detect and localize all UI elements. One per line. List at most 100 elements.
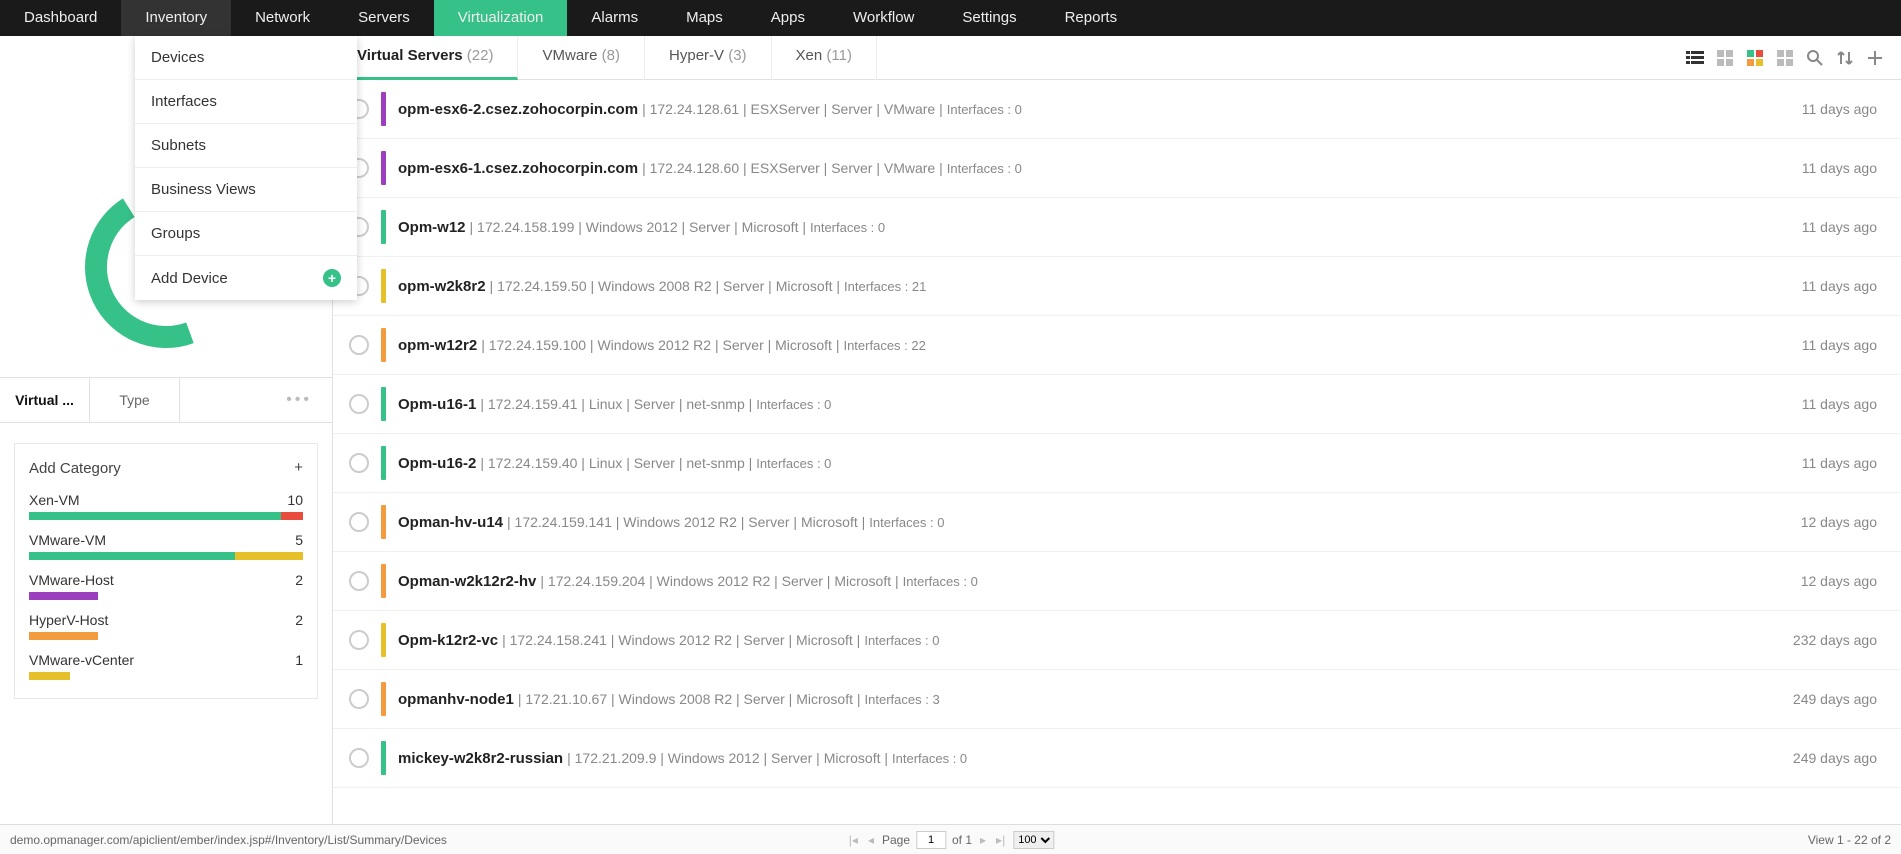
status-indicator <box>381 92 386 126</box>
server-interfaces: Interfaces : 0 <box>810 220 885 235</box>
category-row[interactable]: VMware-Host2 <box>29 572 303 600</box>
color-view-icon[interactable] <box>1745 48 1765 68</box>
left-more-icon[interactable]: ••• <box>180 391 332 409</box>
nav-dashboard[interactable]: Dashboard <box>0 0 121 36</box>
server-row[interactable]: mickey-w2k8r2-russian | 172.21.209.9 | W… <box>333 729 1901 788</box>
server-name: Opm-u16-2 <box>398 455 476 472</box>
nav-network[interactable]: Network <box>231 0 334 36</box>
server-row[interactable]: opm-w2k8r2 | 172.24.159.50 | Windows 200… <box>333 257 1901 316</box>
tab-virtual-servers[interactable]: Virtual Servers (22) <box>333 36 518 80</box>
right-panel: Virtual Servers (22)VMware (8)Hyper-V (3… <box>333 36 1901 824</box>
server-name: mickey-w2k8r2-russian <box>398 750 563 767</box>
status-indicator <box>381 328 386 362</box>
server-row[interactable]: Opm-k12r2-vc | 172.24.158.241 | Windows … <box>333 611 1901 670</box>
server-meta: | 172.24.128.60 | ESXServer | Server | V… <box>642 160 943 176</box>
footer: demo.opmanager.com/apiclient/ember/index… <box>0 824 1901 854</box>
row-checkbox[interactable] <box>349 335 369 355</box>
server-meta: | 172.24.158.241 | Windows 2012 R2 | Ser… <box>502 632 860 648</box>
page-of-label: of 1 <box>952 833 972 847</box>
category-name: HyperV-Host <box>29 612 108 628</box>
footer-url: demo.opmanager.com/apiclient/ember/index… <box>10 833 447 847</box>
server-name: Opm-w12 <box>398 219 466 236</box>
row-checkbox[interactable] <box>349 571 369 591</box>
category-row[interactable]: Xen-VM10 <box>29 492 303 520</box>
dropdown-devices[interactable]: Devices <box>135 36 357 80</box>
category-name: VMware-VM <box>29 532 106 548</box>
nav-settings[interactable]: Settings <box>938 0 1040 36</box>
pager-first-icon[interactable]: |◂ <box>847 833 860 847</box>
server-row[interactable]: Opm-u16-1 | 172.24.159.41 | Linux | Serv… <box>333 375 1901 434</box>
nav-reports[interactable]: Reports <box>1041 0 1142 36</box>
tab-hyper-v[interactable]: Hyper-V (3) <box>645 36 772 80</box>
server-row[interactable]: opm-esx6-2.csez.zohocorpin.com | 172.24.… <box>333 80 1901 139</box>
add-category-plus-icon[interactable]: + <box>294 458 303 478</box>
nav-virtualization[interactable]: Virtualization <box>434 0 568 36</box>
search-icon[interactable] <box>1805 48 1825 68</box>
pager-prev-icon[interactable]: ◂ <box>866 833 876 847</box>
add-icon[interactable] <box>1865 48 1885 68</box>
server-meta: | 172.24.159.40 | Linux | Server | net-s… <box>480 455 752 471</box>
nav-workflow[interactable]: Workflow <box>829 0 938 36</box>
server-interfaces: Interfaces : 0 <box>756 397 831 412</box>
server-name: Opm-u16-1 <box>398 396 476 413</box>
page-size-select[interactable]: 100 <box>1013 831 1054 849</box>
dropdown-business-views[interactable]: Business Views <box>135 168 357 212</box>
nav-inventory[interactable]: Inventory <box>121 0 231 36</box>
tab-vmware[interactable]: VMware (8) <box>518 36 645 80</box>
server-time: 12 days ago <box>1801 514 1885 530</box>
row-checkbox[interactable] <box>349 689 369 709</box>
pager-next-icon[interactable]: ▸ <box>978 833 988 847</box>
server-meta: | 172.24.128.61 | ESXServer | Server | V… <box>642 101 943 117</box>
category-bar <box>29 512 303 520</box>
server-time: 232 days ago <box>1793 632 1885 648</box>
server-row[interactable]: Opm-u16-2 | 172.24.159.40 | Linux | Serv… <box>333 434 1901 493</box>
pager-last-icon[interactable]: ▸| <box>994 833 1007 847</box>
server-row[interactable]: opm-w12r2 | 172.24.159.100 | Windows 201… <box>333 316 1901 375</box>
list-view-icon[interactable] <box>1685 48 1705 68</box>
nav-apps[interactable]: Apps <box>747 0 829 36</box>
server-row[interactable]: opm-esx6-1.csez.zohocorpin.com | 172.24.… <box>333 139 1901 198</box>
row-checkbox[interactable] <box>349 512 369 532</box>
server-time: 11 days ago <box>1802 396 1885 412</box>
page-input[interactable] <box>916 831 946 849</box>
server-row[interactable]: Opman-w2k12r2-hv | 172.24.159.204 | Wind… <box>333 552 1901 611</box>
category-row[interactable]: HyperV-Host2 <box>29 612 303 640</box>
sort-icon[interactable] <box>1835 48 1855 68</box>
server-interfaces: Interfaces : 0 <box>947 102 1022 117</box>
server-interfaces: Interfaces : 0 <box>864 633 939 648</box>
add-category-label: Add Category <box>29 460 121 477</box>
status-indicator <box>381 741 386 775</box>
nav-alarms[interactable]: Alarms <box>567 0 662 36</box>
dropdown-groups[interactable]: Groups <box>135 212 357 256</box>
status-indicator <box>381 387 386 421</box>
nav-maps[interactable]: Maps <box>662 0 747 36</box>
status-indicator <box>381 446 386 480</box>
nav-servers[interactable]: Servers <box>334 0 434 36</box>
tab-xen[interactable]: Xen (11) <box>772 36 877 80</box>
dropdown-subnets[interactable]: Subnets <box>135 124 357 168</box>
row-checkbox[interactable] <box>349 394 369 414</box>
left-tab-virtual[interactable]: Virtual ... <box>0 378 90 422</box>
left-tab-type[interactable]: Type <box>90 378 180 422</box>
server-time: 12 days ago <box>1801 573 1885 589</box>
server-row[interactable]: Opm-w12 | 172.24.158.199 | Windows 2012 … <box>333 198 1901 257</box>
server-time: 11 days ago <box>1802 101 1885 117</box>
status-indicator <box>381 623 386 657</box>
server-name: opm-esx6-1.csez.zohocorpin.com <box>398 160 638 177</box>
server-name: Opm-k12r2-vc <box>398 632 498 649</box>
row-checkbox[interactable] <box>349 630 369 650</box>
tiles-view-icon[interactable] <box>1775 48 1795 68</box>
category-bar <box>29 672 303 680</box>
category-row[interactable]: VMware-VM5 <box>29 532 303 560</box>
dropdown-interfaces[interactable]: Interfaces <box>135 80 357 124</box>
row-checkbox[interactable] <box>349 453 369 473</box>
grid-view-icon[interactable] <box>1715 48 1735 68</box>
category-count: 2 <box>295 572 303 588</box>
dropdown-add-device[interactable]: Add Device+ <box>135 256 357 300</box>
server-interfaces: Interfaces : 0 <box>892 751 967 766</box>
category-row[interactable]: VMware-vCenter1 <box>29 652 303 680</box>
status-indicator <box>381 682 386 716</box>
server-row[interactable]: opmanhv-node1 | 172.21.10.67 | Windows 2… <box>333 670 1901 729</box>
row-checkbox[interactable] <box>349 748 369 768</box>
server-row[interactable]: Opman-hv-u14 | 172.24.159.141 | Windows … <box>333 493 1901 552</box>
